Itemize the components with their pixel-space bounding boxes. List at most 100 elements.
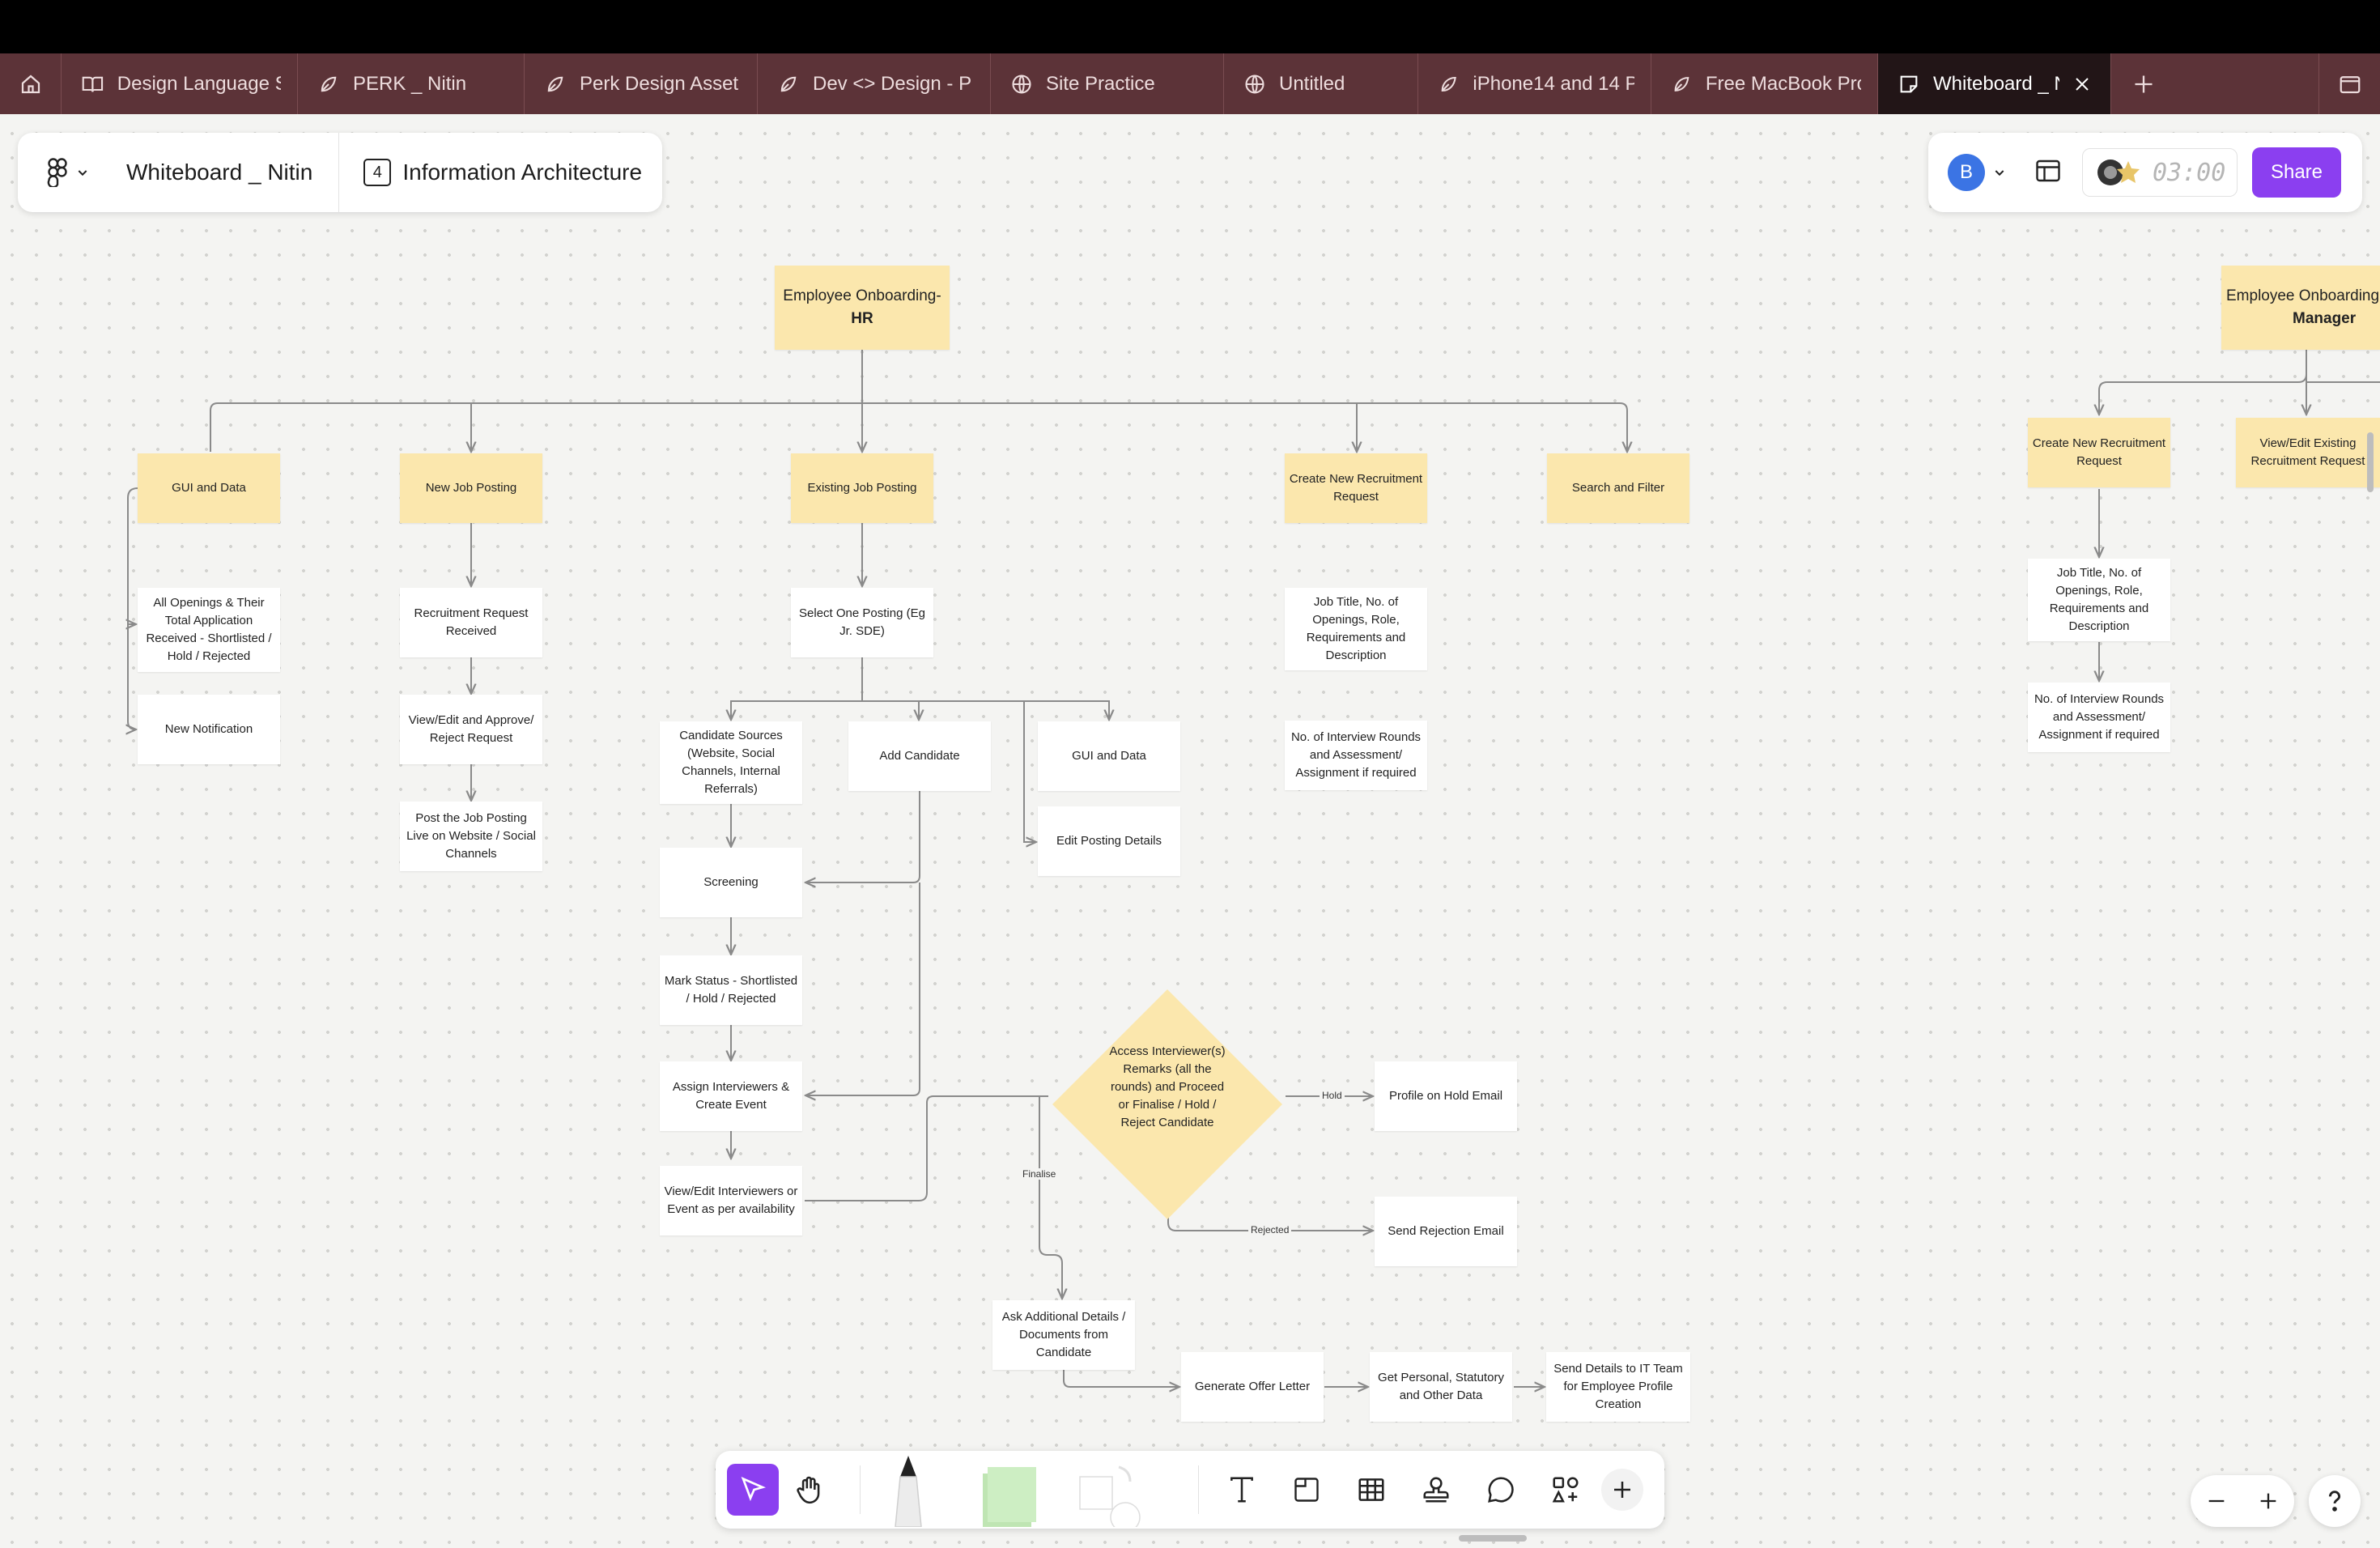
new-tab-button[interactable] xyxy=(2111,53,2176,114)
tab-design-language[interactable]: Design Language S xyxy=(62,53,298,114)
tab-iphone14[interactable]: iPhone14 and 14 P xyxy=(1418,53,1651,114)
page-selector[interactable]: 4 Information Architecture xyxy=(339,159,642,186)
cursor-icon xyxy=(741,1476,766,1502)
marker-tool[interactable] xyxy=(882,1452,934,1527)
avatar-menu[interactable]: B xyxy=(1948,154,2006,191)
shape-tool[interactable] xyxy=(1075,1462,1148,1527)
comment-tool[interactable] xyxy=(1475,1464,1527,1516)
sticky-tool[interactable] xyxy=(967,1459,1048,1527)
minus-icon xyxy=(2208,1499,2225,1503)
zoom-in-button[interactable] xyxy=(2242,1475,2294,1527)
book-icon xyxy=(82,76,104,92)
layout-button[interactable] xyxy=(2034,156,2063,189)
plus-icon xyxy=(1614,1482,1630,1498)
horizontal-scrollbar[interactable] xyxy=(1459,1535,1527,1542)
node-it-team[interactable]: Send Details to IT Team for Employee Pro… xyxy=(1546,1352,1690,1422)
text-tool[interactable] xyxy=(1216,1464,1268,1516)
help-button[interactable] xyxy=(2309,1475,2361,1527)
node-job-title[interactable]: Job Title, No. of Openings, Role, Requir… xyxy=(1285,588,1427,670)
tab-site-practice[interactable]: Site Practice xyxy=(991,53,1224,114)
node-personal-data[interactable]: Get Personal, Statutory and Other Data xyxy=(1370,1352,1512,1422)
node-mgr-job-title[interactable]: Job Title, No. of Openings, Role, Requir… xyxy=(2028,559,2170,641)
sidebar-toggle[interactable] xyxy=(2318,53,2380,114)
figjam-icon xyxy=(780,76,797,91)
node-profile-hold-email[interactable]: Profile on Hold Email xyxy=(1375,1061,1517,1131)
figjam-icon xyxy=(321,76,337,91)
node-screening[interactable]: Screening xyxy=(660,848,802,917)
node-new-job-posting[interactable]: New Job Posting xyxy=(400,453,542,523)
node-recruitment-request-received[interactable]: Recruitment Request Received xyxy=(400,588,542,657)
plus-icon xyxy=(2260,1493,2276,1509)
vertical-scrollbar[interactable] xyxy=(2367,432,2374,492)
connectors-layer xyxy=(0,350,2380,1548)
node-search-filter[interactable]: Search and Filter xyxy=(1547,453,1689,523)
marker-icon xyxy=(895,1456,922,1527)
node-edit-posting[interactable]: Edit Posting Details xyxy=(1038,806,1180,876)
node-rejection-email[interactable]: Send Rejection Email xyxy=(1375,1197,1517,1266)
tab-bar: Design Language S PERK _ Nitin Perk Desi… xyxy=(0,53,2380,114)
file-header-panel: Whiteboard _ Nitin 4 Information Archite… xyxy=(18,133,662,212)
manager-root-node[interactable]: Employee Onboarding - Manager xyxy=(2221,266,2380,350)
globe-icon xyxy=(1012,74,1031,94)
node-gui-data[interactable]: GUI and Data xyxy=(138,453,280,523)
tab-dev-design[interactable]: Dev <> Design - P xyxy=(758,53,991,114)
widgets-icon xyxy=(1552,1477,1579,1503)
page-number-icon: 4 xyxy=(363,159,392,186)
section-tool[interactable] xyxy=(1281,1464,1332,1516)
collab-panel: B 03:00 Share xyxy=(1928,133,2362,212)
table-tool[interactable] xyxy=(1345,1464,1397,1516)
timer[interactable]: 03:00 xyxy=(2082,148,2238,197)
node-assign-interviewers[interactable]: Assign Interviewers & Create Event xyxy=(660,1061,802,1131)
node-candidate-sources[interactable]: Candidate Sources (Website, Social Chann… xyxy=(660,721,802,804)
more-tools-button[interactable] xyxy=(1601,1469,1643,1511)
diamond-text: Access Interviewer(s) Remarks (all the r… xyxy=(1109,1044,1226,1129)
zoom-out-button[interactable] xyxy=(2191,1475,2242,1527)
widgets-tool[interactable] xyxy=(1540,1464,1592,1516)
toolbar-separator xyxy=(1198,1465,1199,1514)
edge-label-rejected: Rejected xyxy=(1248,1224,1292,1235)
node-offer-letter[interactable]: Generate Offer Letter xyxy=(1181,1352,1324,1422)
tab-perk-design-asset[interactable]: Perk Design Asset xyxy=(525,53,758,114)
layout-icon xyxy=(2340,75,2360,93)
node-mark-status[interactable]: Mark Status - Shortlisted / Hold / Rejec… xyxy=(660,955,802,1025)
node-all-openings[interactable]: All Openings & Their Total Application R… xyxy=(138,588,280,672)
node-ask-details[interactable]: Ask Additional Details / Documents from … xyxy=(992,1300,1135,1370)
edge-label-finalise: Finalise xyxy=(1020,1168,1059,1180)
file-title[interactable]: Whiteboard _ Nitin xyxy=(115,159,338,185)
tab-free-macbook[interactable]: Free MacBook Pro xyxy=(1651,53,1878,114)
shapes-icon xyxy=(1079,1465,1141,1527)
main-menu-button[interactable] xyxy=(18,158,115,187)
bottom-toolbar xyxy=(716,1451,1664,1529)
toolbar-separator xyxy=(860,1465,861,1514)
node-create-recruitment-request[interactable]: Create New Recruitment Request xyxy=(1285,453,1427,523)
home-tab[interactable] xyxy=(0,53,62,114)
hand-icon xyxy=(797,1476,820,1504)
node-new-notification[interactable]: New Notification xyxy=(138,695,280,764)
node-post-job-live[interactable]: Post the Job Posting Live on Website / S… xyxy=(400,802,542,871)
node-mgr-interview-rounds[interactable]: No. of Interview Rounds and Assessment/ … xyxy=(2028,683,2170,752)
node-view-edit-interviewers[interactable]: View/Edit Interviewers or Event as per a… xyxy=(660,1166,802,1235)
node-select-posting[interactable]: Select One Posting (Eg Jr. SDE) xyxy=(791,588,933,657)
page-name: Information Architecture xyxy=(402,159,643,185)
node-existing-job-posting[interactable]: Existing Job Posting xyxy=(791,453,933,523)
node-mgr-view-edit[interactable]: View/Edit Existing Recruitment Request xyxy=(2236,418,2380,487)
node-mgr-create-request[interactable]: Create New Recruitment Request xyxy=(2028,418,2170,487)
avatar: B xyxy=(1948,154,1985,191)
node-gui-data-2[interactable]: GUI and Data xyxy=(1038,721,1180,791)
close-icon[interactable] xyxy=(2072,74,2092,94)
figjam-icon xyxy=(1441,76,1456,91)
hand-tool[interactable] xyxy=(784,1464,835,1516)
home-icon xyxy=(21,74,40,93)
share-button[interactable]: Share xyxy=(2252,147,2341,198)
stamp-tool[interactable] xyxy=(1410,1464,1462,1516)
tab-whiteboard-active[interactable]: Whiteboard _ N xyxy=(1878,53,2111,114)
tab-perk-nitin[interactable]: PERK _ Nitin xyxy=(298,53,525,114)
figjam-icon xyxy=(547,76,563,91)
tab-untitled[interactable]: Untitled xyxy=(1224,53,1418,114)
node-view-edit-approve[interactable]: View/Edit and Approve/ Reject Request xyxy=(400,695,542,764)
select-tool[interactable] xyxy=(727,1464,779,1516)
node-interview-rounds[interactable]: No. of Interview Rounds and Assessment/ … xyxy=(1285,721,1427,790)
node-add-candidate[interactable]: Add Candidate xyxy=(848,721,991,791)
hr-root-node[interactable]: Employee Onboarding- HR xyxy=(775,266,950,350)
chevron-down-icon xyxy=(1995,170,2004,176)
